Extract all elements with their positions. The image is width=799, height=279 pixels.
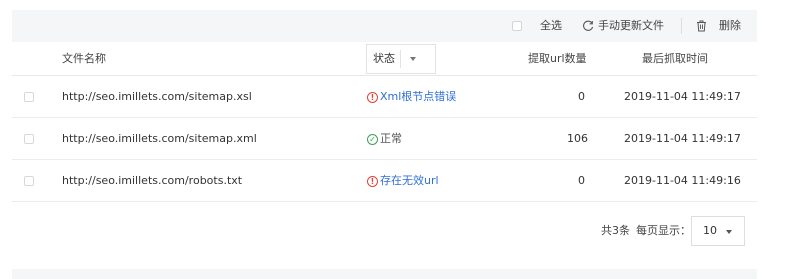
table-row: http://seo.imillets.com/robots.txt ! 存在无… <box>12 160 757 202</box>
page-size-value: 10 <box>703 224 717 237</box>
table-header: 文件名称 状态 提取url数量 最后抓取时间 <box>12 42 757 76</box>
fetch-time: 2019-11-04 11:49:17 <box>624 132 741 145</box>
status-cell[interactable]: ! 存在无效url <box>367 160 439 202</box>
file-url: http://seo.imillets.com/sitemap.xsl <box>62 90 252 103</box>
page-size-select[interactable]: 10 <box>691 216 745 246</box>
status-text: Xml根节点错误 <box>380 90 457 103</box>
refresh-button[interactable]: 手动更新文件 <box>582 10 664 42</box>
footer-band <box>12 269 757 279</box>
row-checkbox[interactable] <box>24 176 34 186</box>
warning-icon: ! <box>367 91 378 103</box>
warning-icon: ! <box>367 175 378 187</box>
status-text: 存在无效url <box>380 174 439 187</box>
chevron-down-icon <box>726 230 732 234</box>
dropdown-separator <box>400 50 401 68</box>
status-cell: ✓ 正常 <box>367 118 402 160</box>
status-cell[interactable]: ! Xml根节点错误 <box>367 76 456 118</box>
status-text: 正常 <box>380 132 402 145</box>
url-count: 0 <box>578 90 585 103</box>
check-circle-icon: ✓ <box>367 133 378 145</box>
refresh-label: 手动更新文件 <box>598 19 664 32</box>
col-last-fetch: 最后抓取时间 <box>642 52 708 65</box>
fetch-time: 2019-11-04 11:49:17 <box>624 90 741 103</box>
url-count: 106 <box>567 132 588 145</box>
delete-button[interactable]: 删除 <box>696 10 741 42</box>
row-checkbox[interactable] <box>24 92 34 102</box>
status-filter-dropdown[interactable]: 状态 <box>366 44 436 74</box>
trash-icon <box>697 20 706 32</box>
table-row: http://seo.imillets.com/sitemap.xsl ! Xm… <box>12 76 757 118</box>
refresh-icon <box>583 20 594 31</box>
select-all-checkbox[interactable] <box>512 21 522 31</box>
col-status: 状态 <box>373 52 395 65</box>
select-all-label[interactable]: 全选 <box>540 10 562 42</box>
table-row: http://seo.imillets.com/sitemap.xml ✓ 正常… <box>12 118 757 160</box>
file-url: http://seo.imillets.com/sitemap.xml <box>62 132 257 145</box>
toolbar-divider <box>681 18 682 34</box>
delete-label: 删除 <box>719 19 741 32</box>
file-url: http://seo.imillets.com/robots.txt <box>62 174 243 187</box>
col-file-name: 文件名称 <box>62 52 106 65</box>
table-toolbar: 全选 手动更新文件 删除 <box>12 10 757 42</box>
url-count: 0 <box>578 174 585 187</box>
fetch-time: 2019-11-04 11:49:16 <box>624 174 741 187</box>
per-page-label: 每页显示： <box>636 224 691 237</box>
total-count: 共3条 <box>601 224 630 237</box>
chevron-down-icon <box>410 57 416 61</box>
row-checkbox[interactable] <box>24 134 34 144</box>
col-url-count: 提取url数量 <box>528 52 587 65</box>
